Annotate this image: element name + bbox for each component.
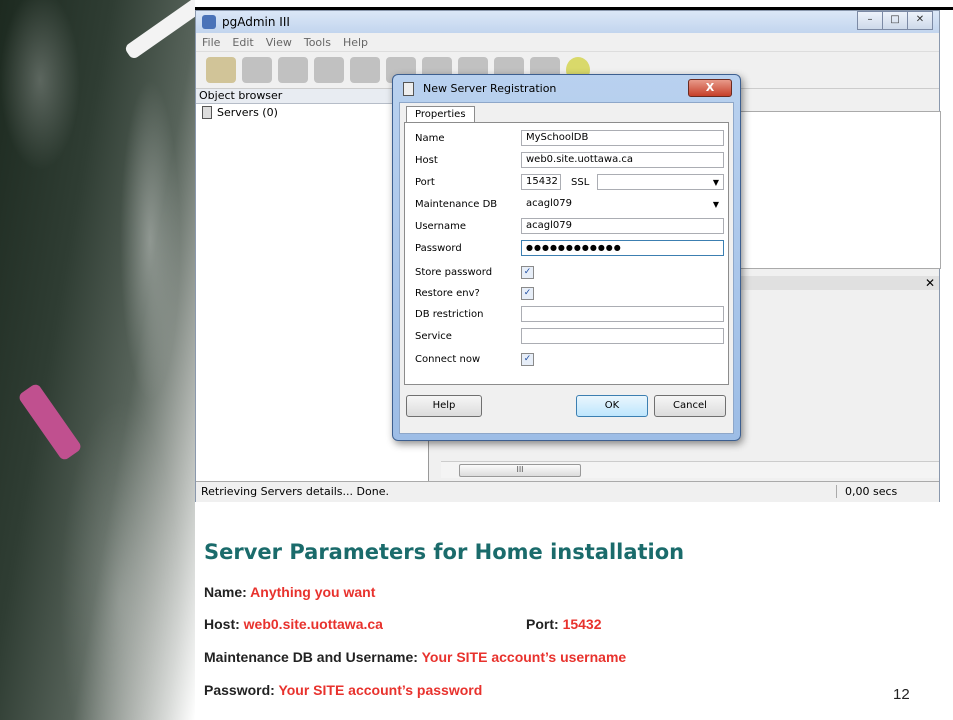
username-field[interactable]: acagl079 <box>521 218 724 234</box>
properties-icon[interactable] <box>278 57 308 83</box>
connect-icon[interactable] <box>206 57 236 83</box>
chalk-stick-white <box>123 0 195 61</box>
chevron-down-icon: ▼ <box>712 200 719 209</box>
help-button[interactable]: Help <box>406 395 482 417</box>
maintenance-db-label: Maintenance DB <box>415 198 498 210</box>
create-object-icon[interactable] <box>314 57 344 83</box>
ok-button[interactable]: OK <box>576 395 648 417</box>
page-number: 12 <box>893 686 910 703</box>
chalkboard-decoration <box>0 0 195 720</box>
name-line: Name: Anything you want <box>204 584 375 600</box>
restore-env-checkbox[interactable]: ✓ <box>521 286 534 300</box>
username-label: Username <box>415 220 466 232</box>
db-restriction-label: DB restriction <box>415 308 484 320</box>
menu-help[interactable]: Help <box>343 36 368 49</box>
properties-panel: Name MySchoolDB Host web0.site.uottawa.c… <box>404 122 729 385</box>
connect-now-checkbox[interactable]: ✓ <box>521 352 534 366</box>
horizontal-scrollbar[interactable]: III <box>441 461 939 478</box>
status-text: Retrieving Servers details... Done. <box>201 485 389 498</box>
service-label: Service <box>415 330 452 342</box>
password-field[interactable]: ●●●●●●●●●●●● <box>521 240 724 256</box>
maintenance-line-value: Your SITE account’s username <box>421 649 627 665</box>
host-field[interactable]: web0.site.uottawa.ca <box>521 152 724 168</box>
refresh-icon[interactable] <box>242 57 272 83</box>
menu-tools[interactable]: Tools <box>304 36 331 49</box>
chalk-stick-pink <box>17 382 83 462</box>
maintenance-line-label: Maintenance DB and Username: <box>204 649 422 665</box>
host-line: Host: web0.site.uottawa.ca <box>204 616 383 632</box>
status-time: 0,00 secs <box>836 485 897 498</box>
ssl-label: SSL <box>571 176 590 188</box>
menubar: File Edit View Tools Help <box>196 33 939 51</box>
password-label: Password <box>415 242 462 254</box>
connect-now-label: Connect now <box>415 353 481 365</box>
store-password-label: Store password <box>415 266 493 278</box>
host-label: Host <box>415 154 438 166</box>
password-line-label: Password: <box>204 682 279 698</box>
maximize-button[interactable]: □ <box>882 11 908 30</box>
menu-file[interactable]: File <box>202 36 220 49</box>
maintenance-db-value: acagl079 <box>526 198 572 209</box>
store-password-checkbox[interactable]: ✓ <box>521 265 534 279</box>
tree-item-label: Servers (0) <box>217 106 278 119</box>
close-icon[interactable]: ✕ <box>925 276 935 290</box>
ssl-select[interactable]: ▼ <box>597 174 724 190</box>
port-line: Port: 15432 <box>526 616 602 632</box>
name-label: Name <box>415 132 445 144</box>
status-bar: Retrieving Servers details... Done. 0,00… <box>196 481 939 502</box>
dialog-body: Properties Name MySchoolDB Host web0.sit… <box>399 102 734 434</box>
name-field[interactable]: MySchoolDB <box>521 130 724 146</box>
name-line-label: Name: <box>204 584 251 600</box>
port-field[interactable]: 15432 <box>521 174 561 190</box>
tree-item-servers[interactable]: Servers (0) <box>202 106 278 119</box>
slide-title: Server Parameters for Home installation <box>204 540 685 564</box>
new-server-dialog: New Server Registration X Properties Nam… <box>392 74 741 441</box>
elephant-icon <box>202 15 216 29</box>
name-line-value: Anything you want <box>250 584 376 600</box>
db-restriction-field[interactable] <box>521 306 724 322</box>
service-field[interactable] <box>521 328 724 344</box>
chevron-down-icon: ▼ <box>712 178 719 187</box>
menu-edit[interactable]: Edit <box>232 36 253 49</box>
dialog-close-button[interactable]: X <box>688 79 732 97</box>
port-line-label: Port: <box>526 616 563 632</box>
password-line: Password: Your SITE account’s password <box>204 682 482 698</box>
port-label: Port <box>415 176 435 188</box>
port-line-value: 15432 <box>562 616 602 632</box>
window-title: pgAdmin III <box>222 15 290 29</box>
window-controls: – □ ✕ <box>857 11 933 30</box>
password-line-value: Your SITE account’s password <box>278 682 483 698</box>
servers-icon <box>202 106 212 119</box>
restore-env-label: Restore env? <box>415 287 480 299</box>
maintenance-db-select[interactable]: acagl079 ▼ <box>521 196 724 212</box>
window-titlebar: pgAdmin III – □ ✕ <box>196 11 939 33</box>
cancel-button[interactable]: Cancel <box>654 395 726 417</box>
menu-view[interactable]: View <box>266 36 292 49</box>
drop-object-icon[interactable] <box>350 57 380 83</box>
maintenance-line: Maintenance DB and Username: Your SITE a… <box>204 649 626 665</box>
dialog-title: New Server Registration <box>423 82 557 95</box>
host-line-value: web0.site.uottawa.ca <box>243 616 383 632</box>
server-icon <box>403 82 414 96</box>
tab-properties[interactable]: Properties <box>406 106 475 123</box>
minimize-button[interactable]: – <box>857 11 883 30</box>
close-button[interactable]: ✕ <box>907 11 933 30</box>
host-line-label: Host: <box>204 616 244 632</box>
scrollbar-thumb[interactable]: III <box>459 464 581 477</box>
